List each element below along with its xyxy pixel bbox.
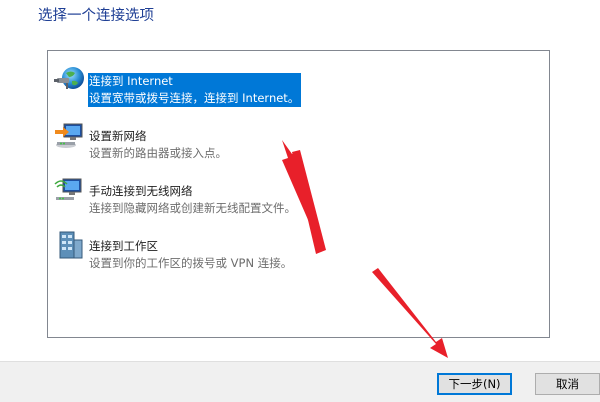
cancel-button[interactable]: 取消 [535,373,600,395]
option-description: 设置宽带或拨号连接，连接到 Internet。 [89,91,300,105]
option-description: 设置新的路由器或接入点。 [89,146,227,160]
option-connect-workplace[interactable]: 连接到工作区 设置到你的工作区的拨号或 VPN 连接。 [48,224,548,270]
globe-network-icon [52,63,88,97]
option-title: 设置新网络 [89,129,147,143]
option-connect-internet[interactable]: 连接到 Internet 设置宽带或拨号连接，连接到 Internet。 [48,59,548,107]
connection-options-list: 连接到 Internet 设置宽带或拨号连接，连接到 Internet。 设置新… [47,50,550,338]
option-description: 连接到隐藏网络或创建新无线配置文件。 [89,201,296,215]
option-description: 设置到你的工作区的拨号或 VPN 连接。 [89,256,293,270]
workplace-vpn-icon [52,228,88,262]
option-title: 连接到工作区 [89,239,158,253]
option-manual-wireless[interactable]: 手动连接到无线网络 连接到隐藏网络或创建新无线配置文件。 [48,169,548,215]
option-title: 手动连接到无线网络 [89,184,193,198]
wireless-network-icon [52,173,88,207]
page-title: 选择一个连接选项 [38,8,154,24]
option-title: 连接到 Internet [89,74,173,88]
option-setup-new-network[interactable]: 设置新网络 设置新的路由器或接入点。 [48,114,548,160]
dialog-footer: 下一步(N) 取消 [0,361,600,402]
next-button[interactable]: 下一步(N) [437,373,512,395]
router-setup-icon [52,118,88,152]
